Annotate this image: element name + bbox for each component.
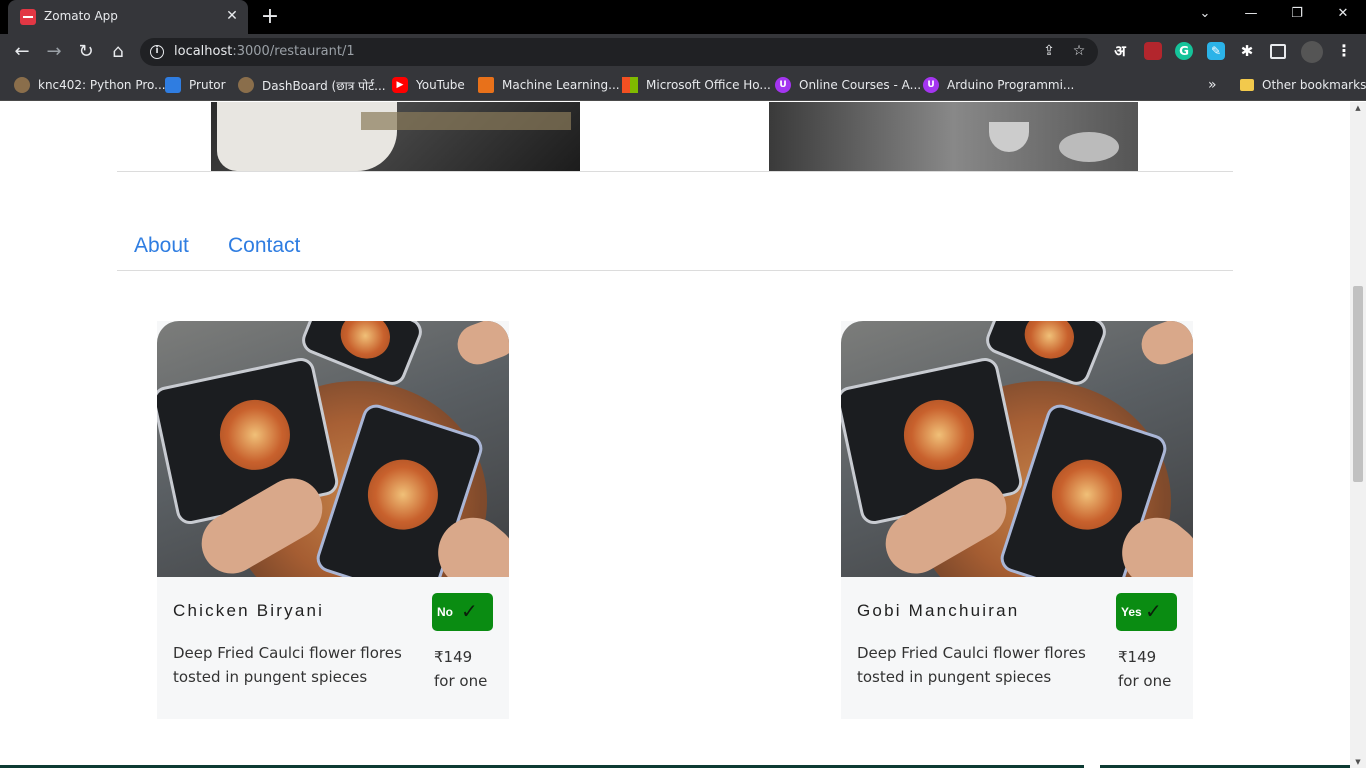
url-path: :3000/restaurant/1 [232,44,355,59]
udemy-icon: U [775,77,791,93]
reload-icon[interactable]: ↻ [74,40,98,64]
image-detail [981,321,1111,390]
url-host: localhost [174,44,233,59]
udemy-icon: U [923,77,939,93]
bookmark-extension-icon[interactable] [1144,42,1162,60]
image-detail [1135,321,1193,371]
home-icon[interactable]: ⌂ [106,40,130,64]
bookmark-item[interactable]: ▶ YouTube [392,76,465,94]
translate-extension-icon[interactable]: अ [1111,42,1129,60]
dish-name: Chicken Biryani [173,601,325,620]
dish-image [841,321,1193,577]
side-panel-icon[interactable] [1270,44,1286,59]
price-value: ₹149 [434,648,473,666]
veg-label: Yes [1121,605,1142,619]
check-icon: ✓ [461,599,478,623]
tab-title: Zomato App [44,9,118,23]
browser-tab[interactable]: Zomato App ✕ [8,0,248,34]
photo-detail [361,112,571,130]
section-divider [117,171,1233,172]
price-unit: for one [434,672,488,690]
bookmark-item[interactable]: U Online Courses - A... [775,76,921,94]
restore-icon[interactable]: ❐ [1287,6,1307,21]
address-bar[interactable]: i localhost:3000/restaurant/1 ⇪ ☆ [140,38,1098,66]
new-tab-icon[interactable]: + [259,4,281,30]
dish-description: Deep Fried Caulci flower flores tosted i… [173,644,402,686]
bookmarks-overflow-icon[interactable]: » [1208,76,1217,94]
globe-icon [14,77,30,93]
bookmark-label: Machine Learning... [502,78,620,92]
dish-price: ₹149 for one [434,645,487,693]
price-unit: for one [1118,672,1172,690]
photo-detail [989,122,1029,152]
bookmark-label: Prutor [189,78,226,92]
dish-name: Gobi Manchuiran [857,601,1020,620]
bookmark-label: Arduino Programmi... [947,78,1075,92]
prutor-icon [165,77,181,93]
bookmark-label: YouTube [416,78,465,92]
close-tab-icon[interactable]: ✕ [223,7,241,25]
tab-about[interactable]: About [134,234,189,258]
bookmark-label: DashBoard (छात्र पोर्ट... [262,78,386,93]
bookmark-label: Online Courses - A... [799,78,922,92]
back-icon[interactable]: ← [10,40,34,64]
bookmark-item[interactable]: U Arduino Programmi... [923,76,1074,94]
tab-search-icon[interactable]: ⌄ [1195,6,1215,21]
globe-icon [238,77,254,93]
youtube-icon: ▶ [392,77,408,93]
url-text[interactable]: localhost:3000/restaurant/1 [174,44,355,59]
bookmark-item[interactable]: Prutor [165,76,226,94]
dish-image [157,321,509,577]
check-icon: ✓ [1145,599,1162,623]
bookmark-star-icon[interactable]: ☆ [1070,43,1088,59]
page-viewport: About Contact Chicken Biryani No ✓ Deep … [0,102,1350,768]
bookmark-label: knc402: Python Pro... [38,78,166,92]
forward-icon[interactable]: → [42,40,66,64]
scroll-up-icon[interactable]: ▲ [1354,104,1362,112]
grammarly-icon[interactable]: G [1175,42,1193,60]
matlab-icon [478,77,494,93]
minimize-icon[interactable]: — [1241,6,1261,21]
bookmark-item[interactable]: Machine Learning... [478,76,620,94]
browser-toolbar: ← → ↻ ⌂ i localhost:3000/restaurant/1 ⇪ … [0,34,1366,70]
bookmark-label: Microsoft Office Ho... [646,78,771,92]
other-bookmarks-folder[interactable]: Other bookmarks [1240,76,1366,94]
bookmark-item[interactable]: Microsoft Office Ho... [622,76,771,94]
dish-card[interactable]: Gobi Manchuiran Yes ✓ Deep Fried Caulci … [841,321,1193,719]
veg-badge-button[interactable]: No ✓ [432,593,493,631]
price-value: ₹149 [1118,648,1157,666]
image-detail [451,321,509,371]
folder-icon [1240,79,1254,91]
tab-strip: Zomato App ✕ + ⌄ — ❐ ✕ [0,0,1366,34]
microsoft-icon [622,77,638,93]
menu-kebab-icon[interactable]: ⋮ [1335,42,1353,60]
veg-badge-button[interactable]: Yes ✓ [1116,593,1177,631]
dish-price: ₹149 for one [1118,645,1171,693]
bookmark-item[interactable]: DashBoard (छात्र पोर्ट... [238,76,386,94]
restaurant-photo [211,102,580,171]
zomato-favicon-icon [20,9,36,25]
veg-label: No [437,605,453,619]
scroll-thumb[interactable] [1353,286,1363,482]
extensions-puzzle-icon[interactable]: ✱ [1238,42,1256,60]
image-detail [297,321,427,390]
tabs-divider [117,270,1233,271]
bookmarks-bar: knc402: Python Pro... Prutor DashBoard (… [0,70,1366,101]
page-scrollbar[interactable]: ▲ ▼ [1350,102,1366,768]
scroll-down-icon[interactable]: ▼ [1354,758,1362,766]
pen-extension-icon[interactable]: ✎ [1207,42,1225,60]
tab-contact[interactable]: Contact [228,234,300,258]
restaurant-photo [769,102,1138,171]
other-bookmarks-label: Other bookmarks [1262,78,1366,92]
dish-description: Deep Fried Caulci flower flores tosted i… [857,644,1086,686]
photo-detail [1059,132,1119,162]
profile-avatar[interactable] [1301,41,1323,63]
site-info-icon[interactable]: i [150,45,164,59]
dish-card[interactable]: Chicken Biryani No ✓ Deep Fried Caulci f… [157,321,509,719]
share-icon[interactable]: ⇪ [1040,43,1058,59]
close-window-icon[interactable]: ✕ [1333,6,1353,21]
bookmark-item[interactable]: knc402: Python Pro... [14,76,166,94]
